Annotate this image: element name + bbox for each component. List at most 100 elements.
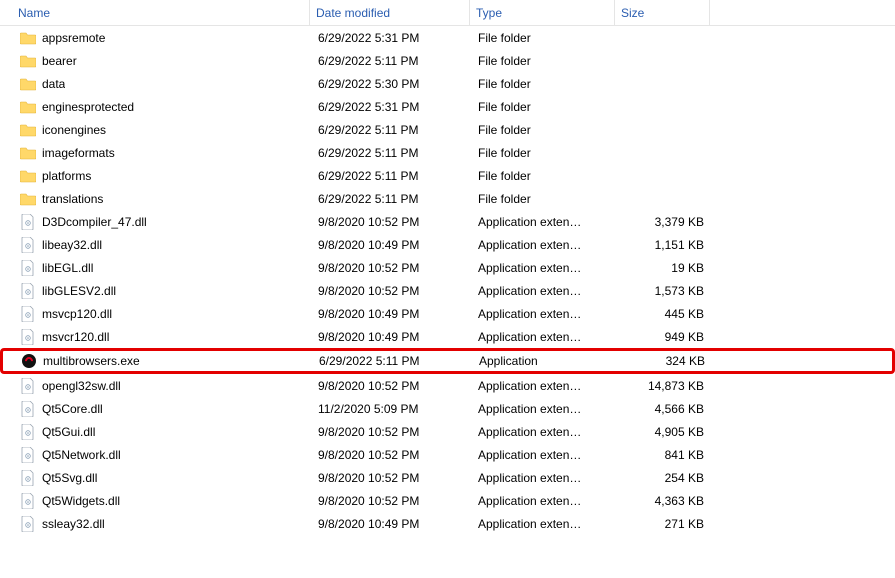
cell-date: 6/29/2022 5:11 PM	[312, 123, 472, 137]
file-row[interactable]: opengl32sw.dll9/8/2020 10:52 PMApplicati…	[0, 374, 895, 397]
file-name: ssleay32.dll	[42, 517, 105, 531]
file-name: data	[42, 77, 65, 91]
file-name: platforms	[42, 169, 91, 183]
cell-name: Qt5Core.dll	[2, 401, 312, 417]
column-header-name[interactable]: Name	[0, 0, 310, 25]
file-name: imageformats	[42, 146, 115, 160]
file-name: multibrowsers.exe	[43, 354, 140, 368]
file-row[interactable]: msvcr120.dll9/8/2020 10:49 PMApplication…	[0, 325, 895, 348]
folder-icon	[20, 30, 36, 46]
column-header-type[interactable]: Type	[470, 0, 615, 25]
cell-date: 11/2/2020 5:09 PM	[312, 402, 472, 416]
file-row[interactable]: libeay32.dll9/8/2020 10:49 PMApplication…	[0, 233, 895, 256]
file-name: Qt5Gui.dll	[42, 425, 95, 439]
cell-name: translations	[2, 191, 312, 207]
file-row[interactable]: iconengines6/29/2022 5:11 PMFile folder	[0, 118, 895, 141]
file-row[interactable]: platforms6/29/2022 5:11 PMFile folder	[0, 164, 895, 187]
cell-name: libGLESV2.dll	[2, 283, 312, 299]
cell-name: Qt5Gui.dll	[2, 424, 312, 440]
cell-type: Application exten…	[472, 215, 617, 229]
dll-file-icon	[20, 401, 36, 417]
file-name: libEGL.dll	[42, 261, 93, 275]
column-header-size[interactable]: Size	[615, 0, 710, 25]
cell-date: 9/8/2020 10:52 PM	[312, 379, 472, 393]
cell-name: iconengines	[2, 122, 312, 138]
column-header-date[interactable]: Date modified	[310, 0, 470, 25]
cell-date: 9/8/2020 10:49 PM	[312, 238, 472, 252]
cell-type: Application exten…	[472, 284, 617, 298]
dll-file-icon	[20, 424, 36, 440]
file-name: libGLESV2.dll	[42, 284, 116, 298]
cell-type: File folder	[472, 54, 617, 68]
cell-type: Application exten…	[472, 238, 617, 252]
file-row[interactable]: multibrowsers.exe6/29/2022 5:11 PMApplic…	[0, 348, 895, 374]
column-header-row: Name Date modified Type Size	[0, 0, 895, 26]
cell-size: 1,573 KB	[617, 284, 712, 298]
folder-icon	[20, 99, 36, 115]
folder-icon	[20, 122, 36, 138]
file-row[interactable]: Qt5Gui.dll9/8/2020 10:52 PMApplication e…	[0, 420, 895, 443]
file-row[interactable]: libGLESV2.dll9/8/2020 10:52 PMApplicatio…	[0, 279, 895, 302]
cell-size: 4,905 KB	[617, 425, 712, 439]
file-row[interactable]: libEGL.dll9/8/2020 10:52 PMApplication e…	[0, 256, 895, 279]
cell-date: 9/8/2020 10:52 PM	[312, 448, 472, 462]
file-name: bearer	[42, 54, 77, 68]
cell-size: 841 KB	[617, 448, 712, 462]
folder-icon	[20, 76, 36, 92]
file-row[interactable]: Qt5Widgets.dll9/8/2020 10:52 PMApplicati…	[0, 489, 895, 512]
dll-file-icon	[20, 378, 36, 394]
file-row[interactable]: enginesprotected6/29/2022 5:31 PMFile fo…	[0, 95, 895, 118]
cell-date: 6/29/2022 5:11 PM	[312, 192, 472, 206]
cell-date: 6/29/2022 5:30 PM	[312, 77, 472, 91]
dll-file-icon	[20, 214, 36, 230]
cell-name: opengl32sw.dll	[2, 378, 312, 394]
cell-date: 6/29/2022 5:11 PM	[313, 354, 473, 368]
file-name: msvcp120.dll	[42, 307, 112, 321]
cell-date: 6/29/2022 5:31 PM	[312, 31, 472, 45]
dll-file-icon	[20, 516, 36, 532]
cell-type: Application exten…	[472, 448, 617, 462]
cell-name: imageformats	[2, 145, 312, 161]
file-row[interactable]: Qt5Network.dll9/8/2020 10:52 PMApplicati…	[0, 443, 895, 466]
cell-name: libeay32.dll	[2, 237, 312, 253]
cell-size: 4,363 KB	[617, 494, 712, 508]
file-name: opengl32sw.dll	[42, 379, 121, 393]
file-row[interactable]: bearer 6/29/2022 5:11 PMFile folder	[0, 49, 895, 72]
file-row[interactable]: msvcp120.dll9/8/2020 10:49 PMApplication…	[0, 302, 895, 325]
file-row[interactable]: translations6/29/2022 5:11 PMFile folder	[0, 187, 895, 210]
cell-date: 6/29/2022 5:11 PM	[312, 146, 472, 160]
dll-file-icon	[20, 237, 36, 253]
file-row[interactable]: D3Dcompiler_47.dll9/8/2020 10:52 PMAppli…	[0, 210, 895, 233]
file-name: Qt5Widgets.dll	[42, 494, 120, 508]
cell-date: 9/8/2020 10:49 PM	[312, 307, 472, 321]
file-name: Qt5Core.dll	[42, 402, 103, 416]
cell-name: data	[2, 76, 312, 92]
file-row[interactable]: Qt5Svg.dll9/8/2020 10:52 PMApplication e…	[0, 466, 895, 489]
cell-type: File folder	[472, 192, 617, 206]
cell-type: File folder	[472, 169, 617, 183]
file-name: enginesprotected	[42, 100, 134, 114]
cell-name: enginesprotected	[2, 99, 312, 115]
cell-name: appsremote	[2, 30, 312, 46]
cell-date: 6/29/2022 5:11 PM	[312, 54, 472, 68]
cell-size: 1,151 KB	[617, 238, 712, 252]
cell-type: Application exten…	[472, 402, 617, 416]
file-row[interactable]: ssleay32.dll9/8/2020 10:49 PMApplication…	[0, 512, 895, 535]
file-row[interactable]: imageformats6/29/2022 5:11 PMFile folder	[0, 141, 895, 164]
cell-type: Application exten…	[472, 261, 617, 275]
file-name: appsremote	[42, 31, 105, 45]
dll-file-icon	[20, 493, 36, 509]
cell-type: Application exten…	[472, 471, 617, 485]
file-row[interactable]: data6/29/2022 5:30 PMFile folder	[0, 72, 895, 95]
cell-date: 9/8/2020 10:49 PM	[312, 517, 472, 531]
folder-icon	[20, 53, 36, 69]
file-row[interactable]: appsremote6/29/2022 5:31 PMFile folder	[0, 26, 895, 49]
cell-name: libEGL.dll	[2, 260, 312, 276]
cell-type: Application exten…	[472, 494, 617, 508]
cell-size: 4,566 KB	[617, 402, 712, 416]
cell-name: multibrowsers.exe	[3, 353, 313, 369]
file-row[interactable]: Qt5Core.dll 11/2/2020 5:09 PMApplication …	[0, 397, 895, 420]
cell-size: 3,379 KB	[617, 215, 712, 229]
cell-date: 9/8/2020 10:52 PM	[312, 215, 472, 229]
cell-size: 14,873 KB	[617, 379, 712, 393]
